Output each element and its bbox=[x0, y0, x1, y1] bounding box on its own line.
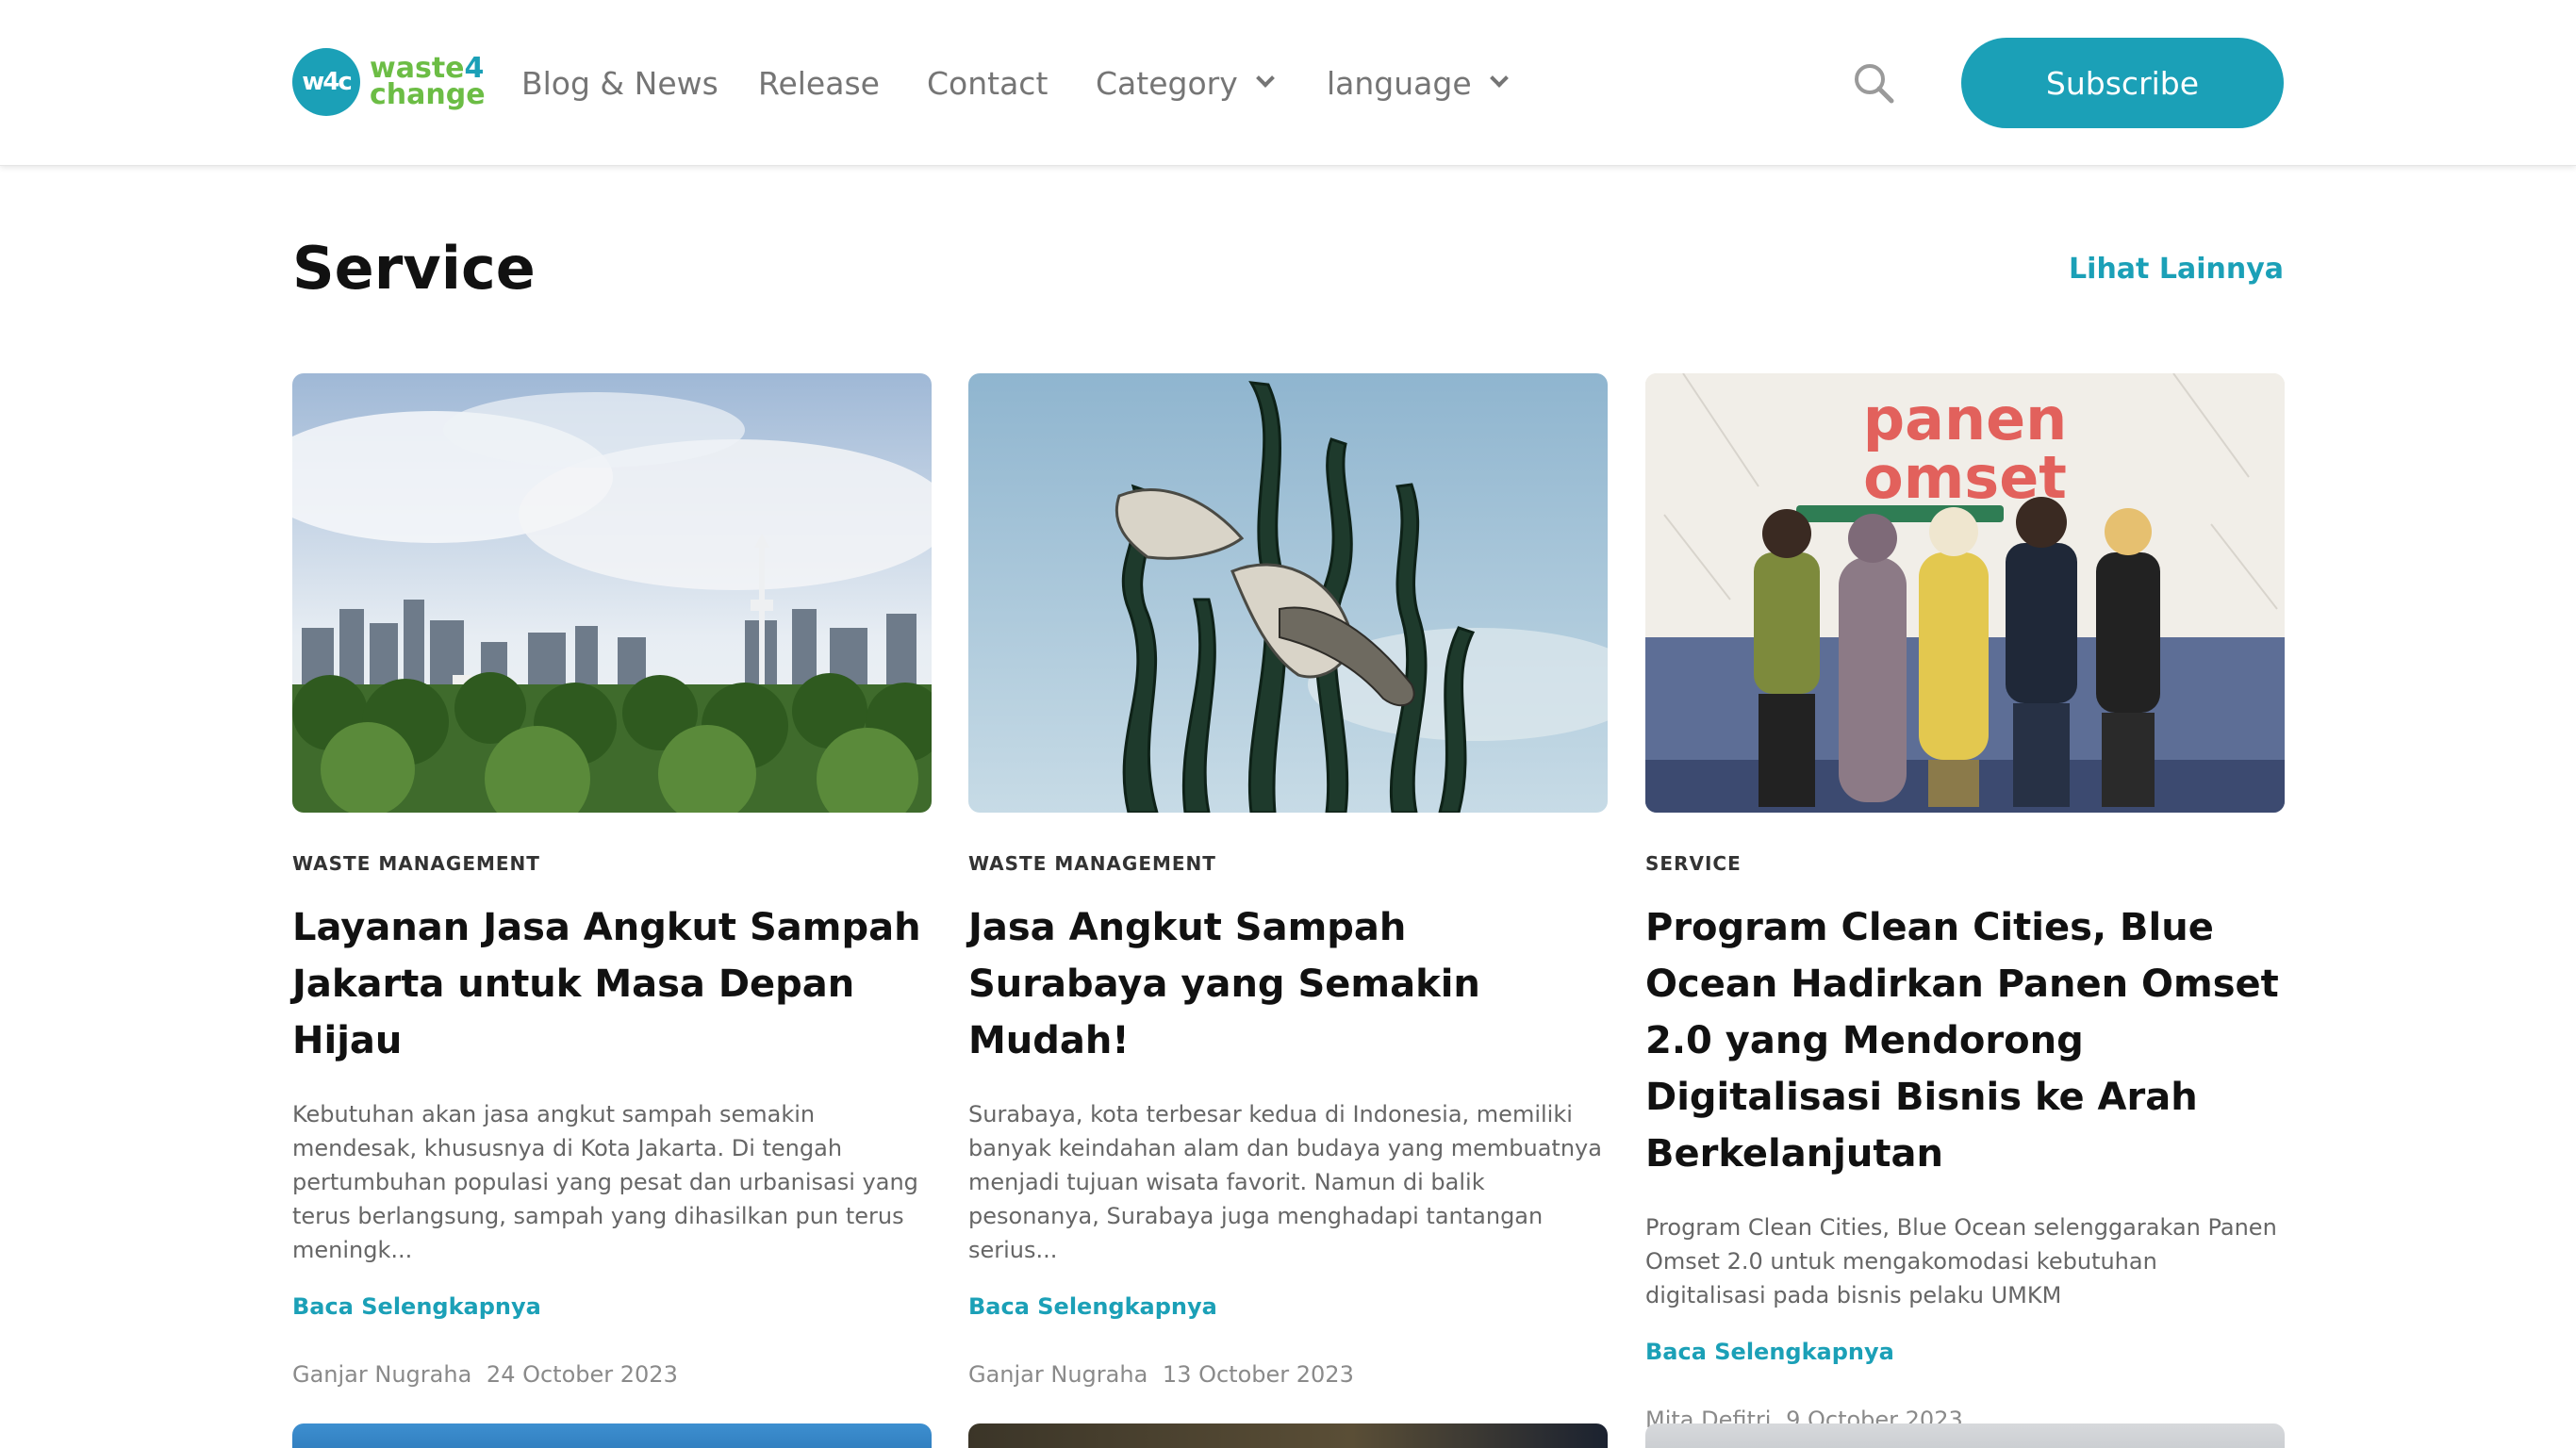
article-thumbnail-jakarta-skyline[interactable] bbox=[292, 373, 932, 813]
article-date: 24 October 2023 bbox=[486, 1361, 678, 1388]
see-more-link[interactable]: Lihat Lainnya bbox=[2069, 253, 2284, 286]
article-thumbnail-next[interactable] bbox=[1645, 1423, 2285, 1448]
nav-blog-news[interactable]: Blog & News bbox=[521, 62, 718, 104]
article-thumbnail-surabaya-statue[interactable] bbox=[968, 373, 1608, 813]
read-more-link[interactable]: Baca Selengkapnya bbox=[1645, 1339, 2285, 1365]
article-excerpt: Kebutuhan akan jasa angkut sampah semaki… bbox=[292, 1101, 918, 1263]
article-thumbnail-panen-omset-event[interactable]: panen omset bbox=[1645, 373, 2285, 813]
article-title[interactable]: Jasa Angkut Sampah Surabaya yang Semakin… bbox=[968, 899, 1608, 1069]
logo-line2: change bbox=[370, 78, 486, 111]
waste4change-logo[interactable]: w4c waste4 change bbox=[292, 48, 486, 116]
article-date: 13 October 2023 bbox=[1162, 1361, 1354, 1388]
article-thumbnail-next[interactable] bbox=[968, 1423, 1608, 1448]
nav-language-label: language bbox=[1327, 64, 1472, 102]
search-icon[interactable] bbox=[1853, 62, 1894, 104]
article-excerpt: Surabaya, kota terbesar kedua di Indones… bbox=[968, 1101, 1602, 1263]
nav-blog-news-label: Blog & News bbox=[521, 64, 718, 102]
subscribe-button[interactable]: Subscribe bbox=[1961, 38, 2284, 128]
nav-release[interactable]: Release bbox=[758, 62, 880, 104]
article-category: SERVICE bbox=[1645, 852, 1742, 875]
nav-category-dropdown[interactable]: Category bbox=[1096, 62, 1275, 104]
section-title: Service bbox=[292, 234, 536, 303]
chevron-down-icon bbox=[1255, 69, 1275, 88]
article-meta: Ganjar Nugraha 24 October 2023 bbox=[292, 1361, 932, 1388]
article-card[interactable]: WASTE MANAGEMENT Jasa Angkut Sampah Sura… bbox=[968, 373, 1608, 1388]
logo-wordmark: waste4 change bbox=[370, 55, 486, 111]
article-thumbnail-next[interactable] bbox=[292, 1423, 932, 1448]
site-header: w4c waste4 change Blog & News Release Co… bbox=[0, 0, 2576, 166]
article-excerpt: Program Clean Cities, Blue Ocean selengg… bbox=[1645, 1214, 2277, 1308]
nav-contact[interactable]: Contact bbox=[927, 62, 1048, 104]
article-category: WASTE MANAGEMENT bbox=[968, 852, 1216, 875]
article-card[interactable]: WASTE MANAGEMENT Layanan Jasa Angkut Sam… bbox=[292, 373, 932, 1388]
article-category: WASTE MANAGEMENT bbox=[292, 852, 540, 875]
nav-contact-label: Contact bbox=[927, 64, 1049, 102]
chevron-down-icon bbox=[1489, 69, 1509, 88]
read-more-link[interactable]: Baca Selengkapnya bbox=[968, 1293, 1608, 1320]
article-author: Ganjar Nugraha bbox=[292, 1361, 472, 1388]
article-author: Ganjar Nugraha bbox=[968, 1361, 1148, 1388]
article-title[interactable]: Layanan Jasa Angkut Sampah Jakarta untuk… bbox=[292, 899, 932, 1069]
article-meta: Ganjar Nugraha 13 October 2023 bbox=[968, 1361, 1608, 1388]
read-more-link[interactable]: Baca Selengkapnya bbox=[292, 1293, 932, 1320]
nav-category-label: Category bbox=[1096, 64, 1238, 102]
nav-language-dropdown[interactable]: language bbox=[1327, 62, 1509, 104]
nav-release-label: Release bbox=[758, 64, 880, 102]
article-title[interactable]: Program Clean Cities, Blue Ocean Hadirka… bbox=[1645, 899, 2285, 1182]
logo-mark-icon: w4c bbox=[292, 48, 360, 116]
article-card[interactable]: panen omset SERVICE Program Clean Cities… bbox=[1645, 373, 2285, 1433]
